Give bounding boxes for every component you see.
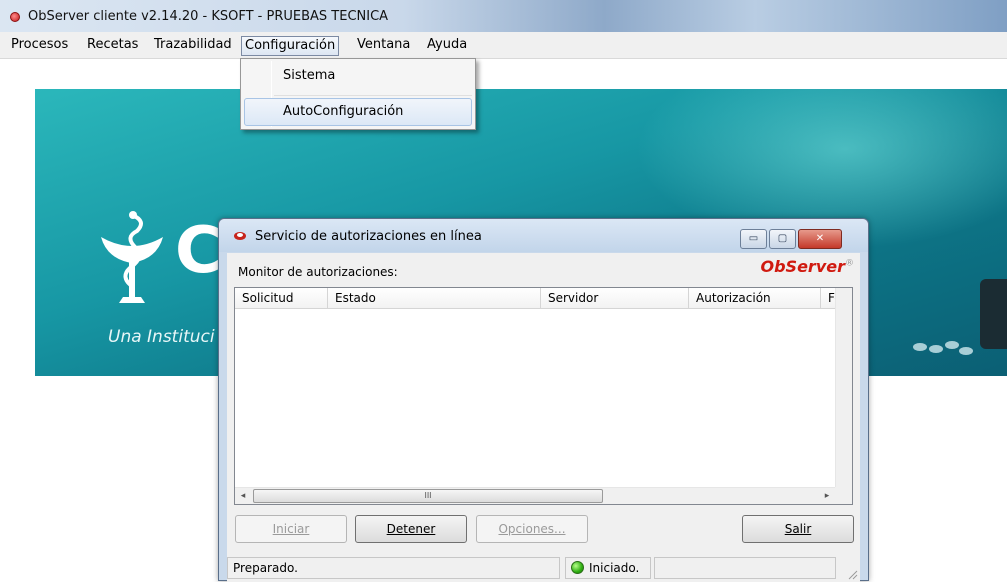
menu-procesos[interactable]: Procesos — [8, 36, 71, 56]
iniciar-button[interactable]: Iniciar — [235, 515, 347, 543]
pills-icon — [913, 341, 973, 355]
status-empty-pane — [654, 557, 836, 579]
scroll-left-arrow-icon[interactable]: ◂ — [235, 488, 251, 504]
menu-separator — [274, 95, 472, 96]
vertical-scrollbar[interactable] — [835, 288, 852, 487]
detener-button-label: Detener — [386, 522, 436, 536]
dialog-titlebar[interactable]: Servicio de autorizaciones en línea ▭ ▢ … — [219, 219, 868, 252]
column-header-estado[interactable]: Estado — [328, 288, 541, 309]
column-header-servidor[interactable]: Servidor — [541, 288, 689, 309]
app-logo-icon — [234, 232, 246, 240]
menu-item-autoconfiguracion[interactable]: AutoConfiguración — [244, 98, 472, 126]
configuracion-dropdown: Sistema AutoConfiguración — [240, 58, 476, 130]
registered-mark: ® — [845, 258, 854, 269]
bottle-image — [980, 279, 1007, 349]
monitor-label: Monitor de autorizaciones: — [238, 265, 398, 279]
status-bar: Preparado. Iniciado. — [227, 554, 860, 582]
opciones-button-label: Opciones... — [498, 522, 566, 536]
opciones-button[interactable]: Opciones... — [476, 515, 588, 543]
scroll-right-arrow-icon[interactable]: ▸ — [819, 488, 835, 504]
observer-brand-logo: ObServer® — [761, 257, 855, 276]
horizontal-scroll-thumb[interactable]: III — [253, 489, 603, 503]
brand-text: ObServer — [760, 257, 846, 276]
app-titlebar[interactable]: ObServer cliente v2.14.20 - KSOFT - PRUE… — [0, 0, 1007, 32]
resize-grip-icon[interactable] — [846, 568, 858, 580]
service-status: Iniciado. — [565, 557, 651, 579]
menu-configuracion[interactable]: Configuración — [241, 36, 340, 56]
menubar: Procesos Recetas Trazabilidad Configurac… — [0, 32, 1007, 59]
app-icon — [10, 12, 20, 22]
autorizaciones-list[interactable]: Solicitud Estado Servidor Autorización F… — [234, 287, 853, 505]
status-message: Preparado. — [227, 557, 560, 579]
maximize-button[interactable]: ▢ — [769, 229, 796, 249]
dialog-title: Servicio de autorizaciones en línea — [255, 229, 482, 244]
menu-item-sistema[interactable]: Sistema — [244, 62, 472, 90]
salir-button[interactable]: Salir — [742, 515, 854, 543]
autorizaciones-dialog: Servicio de autorizaciones en línea ▭ ▢ … — [218, 218, 869, 582]
minimize-button[interactable]: ▭ — [740, 229, 767, 249]
column-header-solicitud[interactable]: Solicitud — [235, 288, 328, 309]
app-title: ObServer cliente v2.14.20 - KSOFT - PRUE… — [28, 9, 389, 24]
scroll-corner — [835, 487, 852, 504]
menu-ventana[interactable]: Ventana — [354, 36, 413, 56]
horizontal-scrollbar[interactable]: ◂ III ▸ — [235, 487, 852, 504]
salir-button-label: Salir — [784, 522, 812, 536]
pharmacy-cup-logo-icon — [101, 211, 163, 303]
banner-slogan: Una Instituci — [108, 327, 215, 347]
column-header-autorizacion[interactable]: Autorización — [689, 288, 821, 309]
dialog-body: Monitor de autorizaciones: ObServer® Sol… — [227, 253, 860, 582]
status-led-icon — [571, 561, 584, 574]
service-status-text: Iniciado. — [589, 561, 640, 575]
menu-recetas[interactable]: Recetas — [84, 36, 141, 56]
iniciar-button-label: Iniciar — [272, 522, 310, 536]
detener-button[interactable]: Detener — [355, 515, 467, 543]
menu-trazabilidad[interactable]: Trazabilidad — [151, 36, 235, 56]
close-button[interactable]: ✕ — [798, 229, 842, 249]
menu-ayuda[interactable]: Ayuda — [424, 36, 470, 56]
